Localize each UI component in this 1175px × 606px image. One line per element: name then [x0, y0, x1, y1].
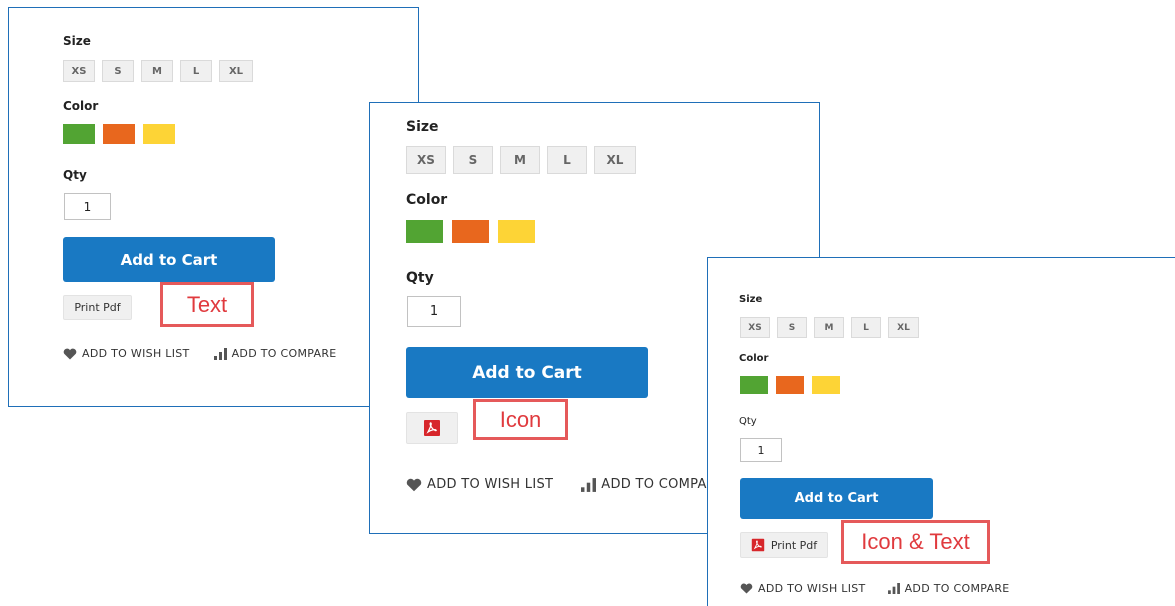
qty-input[interactable]: 1	[407, 296, 461, 327]
size-option-xl[interactable]: XL	[594, 146, 636, 174]
add-to-cart-button[interactable]: Add to Cart	[406, 347, 648, 398]
print-pdf-label: Print Pdf	[74, 301, 121, 314]
qty-input[interactable]: 1	[64, 193, 111, 220]
swatch-green[interactable]	[740, 376, 768, 394]
swatch-yellow[interactable]	[143, 124, 175, 144]
size-option-m[interactable]: M	[814, 317, 844, 338]
size-option-xs[interactable]: XS	[740, 317, 770, 338]
compare-bars-icon	[213, 347, 227, 360]
qty-label: Qty	[406, 270, 434, 286]
size-label: Size	[406, 119, 439, 135]
heart-icon	[63, 348, 77, 359]
swatch-green[interactable]	[406, 220, 443, 243]
callout-label: Icon	[473, 399, 568, 440]
pdf-icon	[751, 538, 765, 552]
add-to-compare-link[interactable]: ADD TO COMPARE	[213, 347, 337, 360]
wish-list-label: ADD TO WISH LIST	[758, 582, 866, 595]
size-option-xs[interactable]: XS	[406, 146, 446, 174]
size-option-l[interactable]: L	[851, 317, 881, 338]
color-label: Color	[406, 192, 448, 208]
compare-bars-icon	[887, 583, 900, 594]
wish-list-label: ADD TO WISH LIST	[82, 347, 190, 360]
color-swatches	[740, 376, 840, 394]
swatch-orange[interactable]	[103, 124, 135, 144]
qty-label: Qty	[63, 168, 87, 182]
add-to-cart-button[interactable]: Add to Cart	[63, 237, 275, 282]
size-options: XS S M L XL	[740, 317, 919, 338]
add-to-wish-list-link[interactable]: ADD TO WISH LIST	[63, 347, 190, 360]
color-swatches	[406, 220, 535, 243]
heart-icon	[406, 478, 422, 491]
heart-icon	[740, 583, 753, 594]
size-option-m[interactable]: M	[141, 60, 173, 82]
print-pdf-button[interactable]: Print Pdf	[740, 532, 828, 558]
callout-label: Text	[160, 282, 254, 327]
swatch-green[interactable]	[63, 124, 95, 144]
compare-label: ADD TO COMPARE	[904, 582, 1010, 595]
size-option-l[interactable]: L	[547, 146, 587, 174]
qty-label: Qty	[739, 416, 757, 427]
swatch-yellow[interactable]	[812, 376, 840, 394]
callout-label: Icon & Text	[841, 520, 990, 564]
size-option-s[interactable]: S	[453, 146, 493, 174]
add-to-compare-link[interactable]: ADD TO COMPARE	[887, 582, 1010, 595]
add-to-cart-button[interactable]: Add to Cart	[740, 478, 933, 519]
swatch-orange[interactable]	[452, 220, 489, 243]
swatch-orange[interactable]	[776, 376, 804, 394]
compare-bars-icon	[581, 477, 597, 492]
qty-input[interactable]: 1	[740, 438, 782, 462]
size-option-m[interactable]: M	[500, 146, 540, 174]
print-pdf-icon-button[interactable]	[406, 412, 458, 444]
add-to-wish-list-link[interactable]: ADD TO WISH LIST	[406, 477, 553, 492]
size-option-s[interactable]: S	[777, 317, 807, 338]
swatch-yellow[interactable]	[498, 220, 535, 243]
size-option-l[interactable]: L	[180, 60, 212, 82]
add-to-wish-list-link[interactable]: ADD TO WISH LIST	[740, 582, 866, 595]
color-swatches	[63, 124, 175, 144]
size-option-xl[interactable]: XL	[219, 60, 253, 82]
size-option-xs[interactable]: XS	[63, 60, 95, 82]
print-pdf-button[interactable]: Print Pdf	[63, 295, 132, 320]
add-to-compare-link[interactable]: ADD TO COMPARE	[581, 477, 724, 492]
wish-list-label: ADD TO WISH LIST	[427, 477, 554, 492]
size-option-s[interactable]: S	[102, 60, 134, 82]
size-options: XS S M L XL	[406, 146, 636, 174]
product-links: ADD TO WISH LIST ADD TO COMPARE	[63, 347, 337, 360]
color-label: Color	[739, 353, 769, 364]
product-links: ADD TO WISH LIST ADD TO COMPARE	[740, 582, 1010, 595]
size-label: Size	[63, 34, 91, 48]
size-options: XS S M L XL	[63, 60, 253, 82]
size-label: Size	[739, 294, 763, 305]
size-option-xl[interactable]: XL	[888, 317, 919, 338]
color-label: Color	[63, 99, 99, 113]
pdf-icon	[424, 420, 440, 436]
product-links: ADD TO WISH LIST ADD TO COMPARE	[406, 477, 725, 492]
panel-text-variant: Size XS S M L XL Color Qty 1 Add to Cart…	[8, 7, 419, 407]
compare-label: ADD TO COMPARE	[231, 347, 337, 360]
panel-icon-text-variant: Size XS S M L XL Color Qty 1 Add to Cart…	[707, 257, 1175, 606]
print-pdf-label: Print Pdf	[770, 538, 818, 552]
